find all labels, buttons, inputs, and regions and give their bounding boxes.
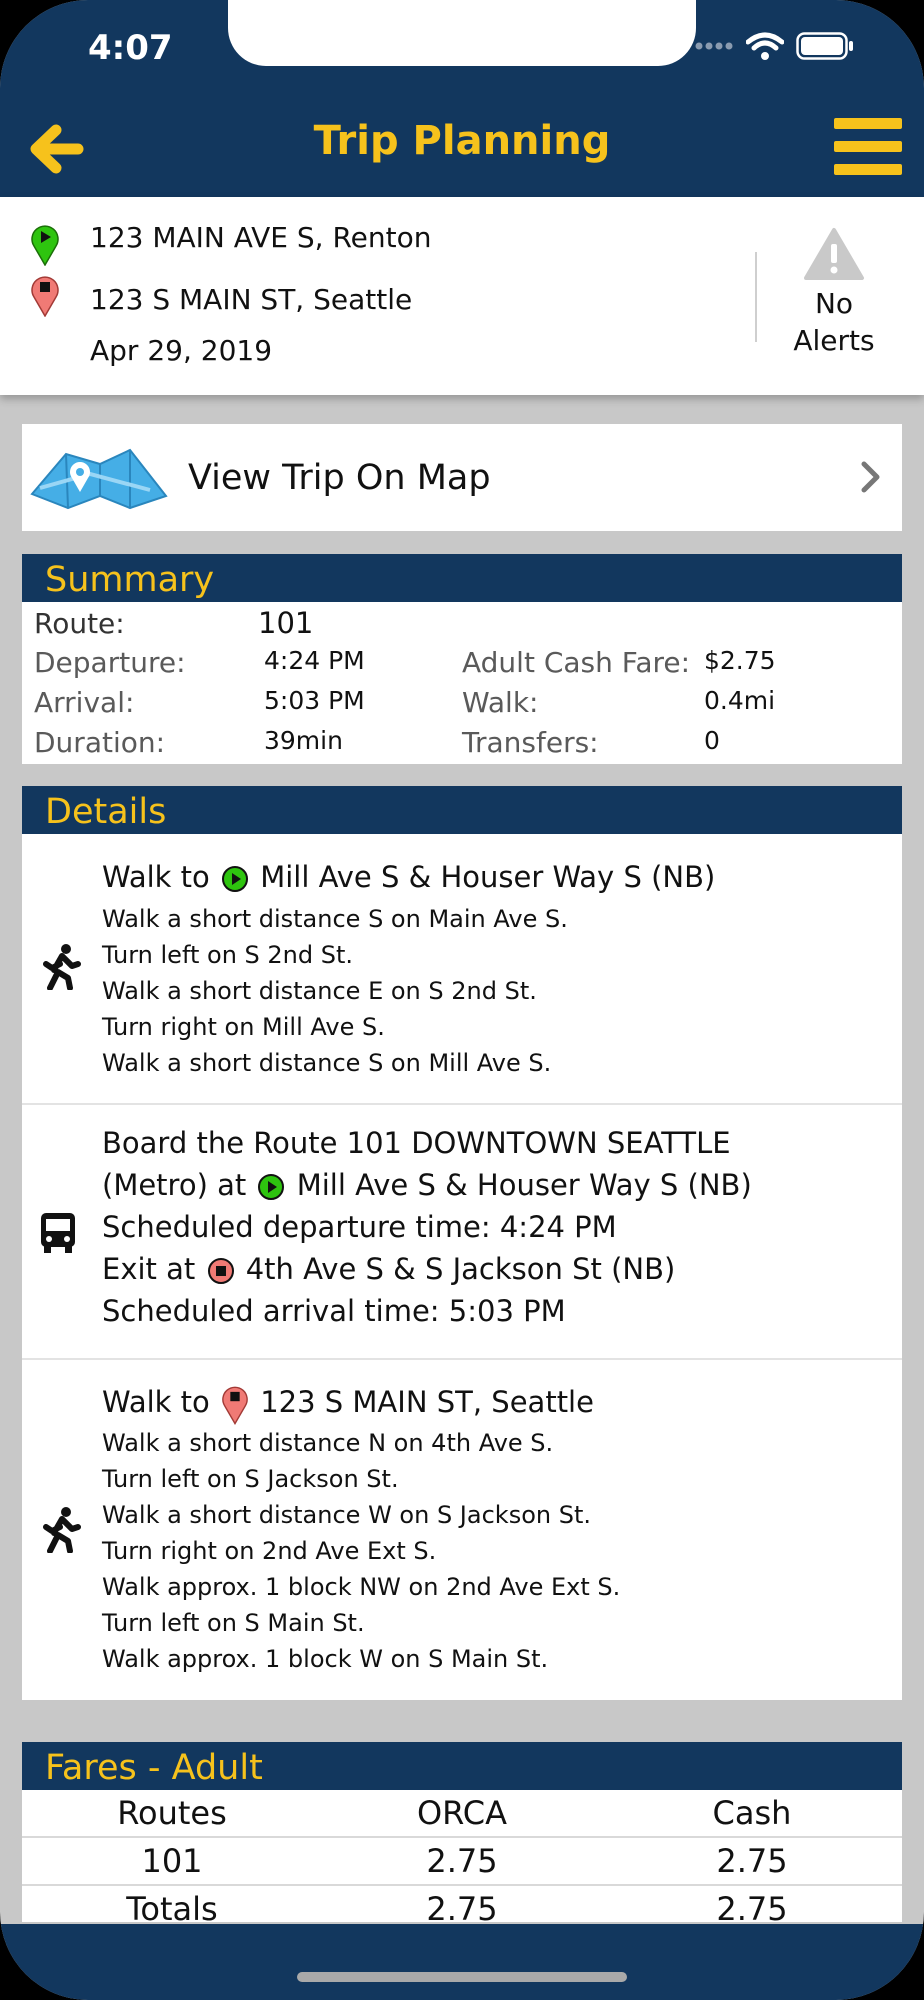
- fares-cell: 2.75: [716, 1890, 788, 1928]
- page-title: Trip Planning: [313, 118, 611, 164]
- menu-button[interactable]: [834, 118, 902, 180]
- walk-step-2-line: Walk approx. 1 block NW on 2nd Ave Ext S…: [102, 1573, 621, 1601]
- departure-label: Departure:: [34, 646, 186, 679]
- fares-cell: Totals: [126, 1890, 218, 1928]
- warning-icon: [804, 228, 864, 280]
- walk-step-2-prefix: Walk to: [102, 1385, 210, 1419]
- walk-value: 0.4mi: [704, 686, 776, 715]
- walk-step-2-line: Turn right on 2nd Ave Ext S.: [102, 1537, 437, 1565]
- route-label: Route:: [34, 607, 125, 640]
- walk-step-1-prefix: Walk to: [102, 860, 210, 894]
- walk-step-1-line: Walk a short distance S on Main Ave S.: [102, 905, 568, 933]
- walk-step-2: Walk to 123 S MAIN ST, Seattle Walk a sh…: [22, 1359, 902, 1699]
- hamburger-menu-icon: [834, 118, 902, 175]
- walk-step-2-line: Walk a short distance W on S Jackson St.: [102, 1501, 591, 1529]
- home-indicator[interactable]: [297, 1972, 627, 1982]
- fares-cell: 2.75: [716, 1842, 788, 1880]
- bus-icon: [41, 1213, 75, 1253]
- walk-step-1-title: Walk to Mill Ave S & Houser Way S (NB): [102, 860, 715, 894]
- departure-value: 4:24 PM: [264, 646, 365, 675]
- arrival-value: 5:03 PM: [264, 686, 365, 715]
- view-trip-on-map-label: View Trip On Map: [188, 458, 491, 498]
- stop-start-icon: [258, 1174, 285, 1200]
- walk-step-1-line: Walk a short distance S on Mill Ave S.: [102, 1049, 552, 1077]
- walk-step-2-line: Walk approx. 1 block W on S Main St.: [102, 1645, 549, 1673]
- departure-time-line: Scheduled departure time: 4:24 PM: [102, 1210, 617, 1244]
- details-header: Details: [22, 786, 902, 834]
- route-value: 101: [258, 606, 314, 640]
- fare-label: Adult Cash Fare:: [462, 646, 691, 679]
- board-route-line: Board the Route 101 DOWNTOWN SEATTLE: [102, 1126, 731, 1160]
- top-bar: 4:07 Trip Planning: [0, 0, 924, 197]
- trip-location-panel: 123 MAIN AVE S, Renton 123 S MAIN ST, Se…: [0, 197, 924, 395]
- bus-step: Board the Route 101 DOWNTOWN SEATTLE (Me…: [22, 1104, 902, 1360]
- fares-cell: 2.75: [426, 1842, 498, 1880]
- table-row: 101 2.75 2.75: [22, 1838, 902, 1886]
- fares-column-header: ORCA: [416, 1794, 508, 1832]
- arrival-label: Arrival:: [34, 686, 135, 719]
- fares-section: Fares - Adult Routes ORCA Cash 101 2.75 …: [22, 1742, 902, 1928]
- exit-stop-name: 4th Ave S & S Jackson St (NB): [245, 1252, 676, 1286]
- wifi-icon: [746, 32, 784, 60]
- chevron-right-icon: [861, 461, 880, 493]
- origin-address: 123 MAIN AVE S, Renton: [90, 221, 432, 254]
- signal-icon: [695, 42, 733, 50]
- board-stop-prefix: (Metro) at: [102, 1168, 247, 1202]
- exit-stop-line: Exit at 4th Ave S & S Jackson St (NB): [102, 1252, 675, 1286]
- walk-step-2-line: Walk a short distance N on 4th Ave S.: [102, 1429, 554, 1457]
- divider: [755, 252, 757, 342]
- transfers-value: 0: [704, 726, 720, 755]
- bottom-bar: [0, 1924, 924, 2000]
- walking-person-icon: [43, 944, 81, 990]
- fares-cell: 101: [141, 1842, 203, 1880]
- arrival-time-line: Scheduled arrival time: 5:03 PM: [102, 1294, 566, 1328]
- details-section: Details Walk to Mill Ave S & Houser Way …: [22, 786, 902, 1700]
- walk-step-1: Walk to Mill Ave S & Houser Way S (NB) W…: [22, 834, 902, 1105]
- phone-screen: 4:07 Trip Planning 123 MAIN AVE S, Rento…: [0, 0, 924, 2000]
- trip-date: Apr 29, 2019: [90, 334, 273, 367]
- destination-address: 123 S MAIN ST, Seattle: [90, 283, 413, 316]
- status-icons: [694, 32, 854, 60]
- walk-step-2-line: Turn left on S Jackson St.: [102, 1465, 399, 1493]
- walking-person-icon: [43, 1507, 81, 1553]
- walk-label: Walk:: [462, 686, 539, 719]
- fares-column-header: Cash: [712, 1794, 792, 1832]
- fares-column-header: Routes: [117, 1794, 227, 1832]
- fares-header: Fares - Adult: [22, 1742, 902, 1790]
- duration-label: Duration:: [34, 726, 166, 759]
- origin-pin-icon: [31, 225, 59, 266]
- walk-step-2-stop: 123 S MAIN ST, Seattle: [260, 1385, 594, 1419]
- destination-pin-icon: [222, 1386, 248, 1425]
- alerts-label-line2: Alerts: [793, 324, 875, 357]
- fare-value: $2.75: [704, 646, 776, 675]
- battery-icon: [796, 32, 853, 60]
- alerts-label-line1: No: [814, 287, 854, 320]
- exit-stop-prefix: Exit at: [102, 1252, 196, 1286]
- fares-cell: 2.75: [426, 1890, 498, 1928]
- board-stop-name: Mill Ave S & Houser Way S (NB): [296, 1168, 752, 1202]
- walk-step-1-line: Turn right on Mill Ave S.: [102, 1013, 385, 1041]
- walk-step-1-line: Turn left on S 2nd St.: [102, 941, 354, 969]
- stop-start-icon: [222, 866, 248, 892]
- status-time: 4:07: [88, 28, 173, 68]
- walk-step-2-line: Turn left on S Main St.: [102, 1609, 365, 1637]
- notch: [228, 0, 696, 66]
- duration-value: 39min: [264, 726, 343, 755]
- destination-pin-icon: [31, 276, 59, 317]
- view-trip-on-map-row[interactable]: View Trip On Map: [22, 424, 902, 531]
- alerts-button[interactable]: No Alerts: [764, 227, 904, 359]
- summary-section: Summary Route: 101 Departure: 4:24 PM Ar…: [22, 554, 902, 764]
- map-icon: [30, 448, 168, 510]
- summary-header: Summary: [22, 554, 902, 602]
- walk-step-1-stop: Mill Ave S & Houser Way S (NB): [260, 860, 716, 894]
- transfers-label: Transfers:: [462, 726, 599, 759]
- fares-header-row: Routes ORCA Cash: [22, 1790, 902, 1838]
- walk-step-2-title: Walk to 123 S MAIN ST, Seattle: [102, 1383, 594, 1425]
- board-stop-line: (Metro) at Mill Ave S & Houser Way S (NB…: [102, 1168, 752, 1202]
- walk-step-1-line: Walk a short distance E on S 2nd St.: [102, 977, 537, 1005]
- stop-end-icon: [207, 1258, 234, 1284]
